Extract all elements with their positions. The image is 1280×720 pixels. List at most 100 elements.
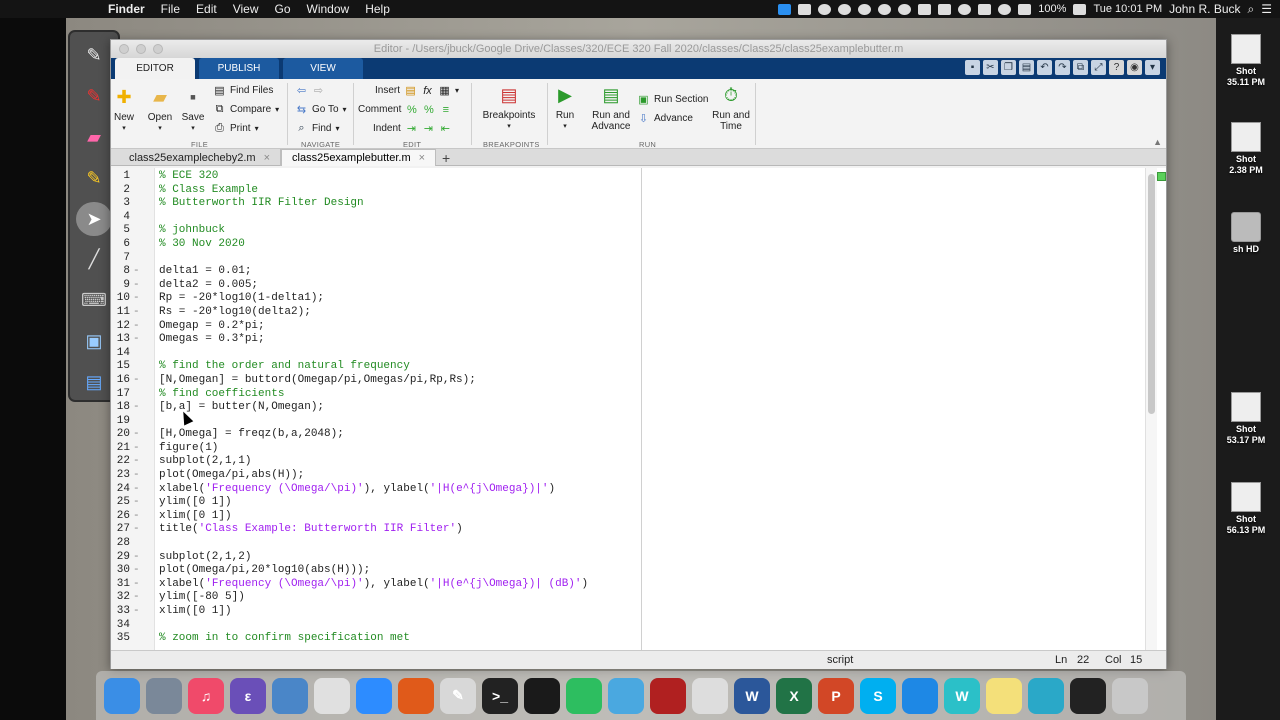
code-text[interactable]: subplot(2,1,2) xyxy=(153,551,251,565)
code-line[interactable]: 18- [b,a] = butter(N,Omegan); xyxy=(111,401,1151,415)
line-number[interactable]: 11 xyxy=(111,306,133,320)
code-text[interactable]: [H,Omega] = freqz(b,a,2048); xyxy=(153,428,344,442)
breakpoint-marker[interactable]: - xyxy=(133,292,153,306)
line-number[interactable]: 6 xyxy=(111,238,133,252)
breakpoint-marker[interactable] xyxy=(133,360,153,374)
code-line[interactable]: 21- figure(1) xyxy=(111,442,1151,456)
desktop-drive[interactable]: sh HD xyxy=(1216,212,1276,255)
undo-icon[interactable]: ↶ xyxy=(1037,60,1052,75)
emacs-icon[interactable]: ε xyxy=(230,677,266,714)
code-line[interactable]: 17 % find coefficients xyxy=(111,388,1151,402)
breakpoint-marker[interactable]: - xyxy=(133,483,153,497)
find-button[interactable]: ⌕ Find ▾ xyxy=(295,122,339,135)
code-line[interactable]: 35 % zoom in to confirm specification met xyxy=(111,632,1151,646)
save-button[interactable]: ▪ Save ▾ xyxy=(177,86,209,134)
minimize-window-icon[interactable] xyxy=(136,44,146,54)
comment-button[interactable]: Comment % % ≡ xyxy=(358,103,452,116)
chrome-icon[interactable] xyxy=(314,677,350,714)
code-line[interactable]: 8- delta1 = 0.01; xyxy=(111,265,1151,279)
clock[interactable]: Tue 10:01 PM xyxy=(1093,3,1162,15)
code-text[interactable]: plot(Omega/pi,abs(H)); xyxy=(153,469,304,483)
word-icon[interactable]: W xyxy=(734,677,770,714)
code-text[interactable]: xlabel('Frequency (\Omega/\pi)'), ylabel… xyxy=(153,578,588,592)
preview-icon[interactable] xyxy=(272,677,308,714)
zoom-window-icon[interactable] xyxy=(153,44,163,54)
code-text[interactable]: subplot(2,1,1) xyxy=(153,455,251,469)
file-tab-butter[interactable]: class25examplebutter.m × xyxy=(281,149,437,166)
breakpoint-marker[interactable] xyxy=(133,252,153,266)
matlab-icon[interactable] xyxy=(398,677,434,714)
line-number[interactable]: 20 xyxy=(111,428,133,442)
line-number[interactable]: 22 xyxy=(111,455,133,469)
file-tab-cheby2[interactable]: class25examplecheby2.m × xyxy=(119,149,282,166)
breakpoint-marker[interactable] xyxy=(133,388,153,402)
line-number[interactable]: 1 xyxy=(111,170,133,184)
run-button[interactable]: ▶ Run ▾ xyxy=(551,84,579,132)
breakpoint-marker[interactable]: - xyxy=(133,605,153,619)
code-text[interactable]: % ECE 320 xyxy=(153,170,218,184)
code-text[interactable]: xlabel('Frequency (\Omega/\pi)'), ylabel… xyxy=(153,483,555,497)
breakpoint-marker[interactable]: - xyxy=(133,279,153,293)
code-line[interactable]: 32- ylim([-80 5]) xyxy=(111,591,1151,605)
user-name[interactable]: John R. Buck xyxy=(1169,2,1240,16)
find-files-button[interactable]: ▤ Find Files xyxy=(213,84,273,97)
code-text[interactable]: [N,Omegan] = buttord(Omegap/pi,Omegas/pi… xyxy=(153,374,476,388)
line-number[interactable]: 15 xyxy=(111,360,133,374)
code-line[interactable]: 13- Omegas = 0.3*pi; xyxy=(111,333,1151,347)
messages-icon[interactable] xyxy=(608,677,644,714)
dropbox-icon[interactable] xyxy=(858,3,872,15)
marker-red-icon[interactable]: ✎ xyxy=(76,79,112,114)
launchpad-icon[interactable] xyxy=(146,677,182,714)
breakpoint-marker[interactable] xyxy=(133,184,153,198)
code-text[interactable]: ylim([0 1]) xyxy=(153,496,232,510)
line-number[interactable]: 24 xyxy=(111,483,133,497)
line-number[interactable]: 30 xyxy=(111,564,133,578)
code-line[interactable]: 19 xyxy=(111,415,1151,429)
menu-file[interactable]: File xyxy=(153,2,188,16)
battery-icon[interactable] xyxy=(1073,3,1087,15)
code-line[interactable]: 27- title('Class Example: Butterworth IIR… xyxy=(111,523,1151,537)
code-text[interactable] xyxy=(153,415,159,429)
paste-icon[interactable]: ▤ xyxy=(1019,60,1034,75)
breakpoint-marker[interactable]: - xyxy=(133,469,153,483)
breakpoint-marker[interactable]: - xyxy=(133,591,153,605)
code-text[interactable]: delta1 = 0.01; xyxy=(153,265,251,279)
acrobat-icon[interactable] xyxy=(524,677,560,714)
line-number[interactable]: 35 xyxy=(111,632,133,646)
search-extension-icon[interactable] xyxy=(898,3,912,15)
breakpoint-marker[interactable]: - xyxy=(133,551,153,565)
smart-indent-icon[interactable]: ⇥ xyxy=(405,122,418,135)
breakpoint-marker[interactable] xyxy=(133,632,153,646)
spotlight-search-icon[interactable]: ⌕ xyxy=(1248,2,1255,17)
code-line[interactable]: 4 xyxy=(111,211,1151,225)
time-machine-icon[interactable] xyxy=(958,3,972,15)
screen-icon[interactable]: ▣ xyxy=(76,324,112,359)
breakpoint-marker[interactable]: - xyxy=(133,578,153,592)
code-text[interactable]: figure(1) xyxy=(153,442,218,456)
desktop-icon[interactable]: ▤ xyxy=(76,365,112,400)
tab-view[interactable]: VIEW xyxy=(283,58,363,79)
trash-icon[interactable] xyxy=(1112,677,1148,714)
tab-publish[interactable]: PUBLISH xyxy=(199,58,279,79)
screenshot-icon[interactable] xyxy=(692,677,728,714)
line-number[interactable]: 23 xyxy=(111,469,133,483)
breakpoint-marker[interactable] xyxy=(133,197,153,211)
breakpoint-marker[interactable] xyxy=(133,537,153,551)
powerpoint-icon[interactable]: P xyxy=(818,677,854,714)
open-button[interactable]: ▰ Open ▾ xyxy=(145,86,175,134)
breakpoint-marker[interactable]: - xyxy=(133,496,153,510)
code-text[interactable]: Omegas = 0.3*pi; xyxy=(153,333,265,347)
community-icon[interactable]: ◉ xyxy=(1127,60,1142,75)
code-text[interactable] xyxy=(153,211,159,225)
redo-icon[interactable]: ↷ xyxy=(1055,60,1070,75)
code-line[interactable]: 34 xyxy=(111,619,1151,633)
breakpoint-marker[interactable]: - xyxy=(133,564,153,578)
line-number[interactable]: 4 xyxy=(111,211,133,225)
run-section-button[interactable]: ▣ Run Section xyxy=(637,93,708,106)
switch-windows-icon[interactable]: ⧉ xyxy=(1073,60,1088,75)
wifi-icon[interactable] xyxy=(998,3,1012,15)
insert-section-icon[interactable]: ▤ xyxy=(404,84,417,97)
line-number[interactable]: 13 xyxy=(111,333,133,347)
breakpoint-marker[interactable] xyxy=(133,347,153,361)
line-number[interactable]: 5 xyxy=(111,224,133,238)
